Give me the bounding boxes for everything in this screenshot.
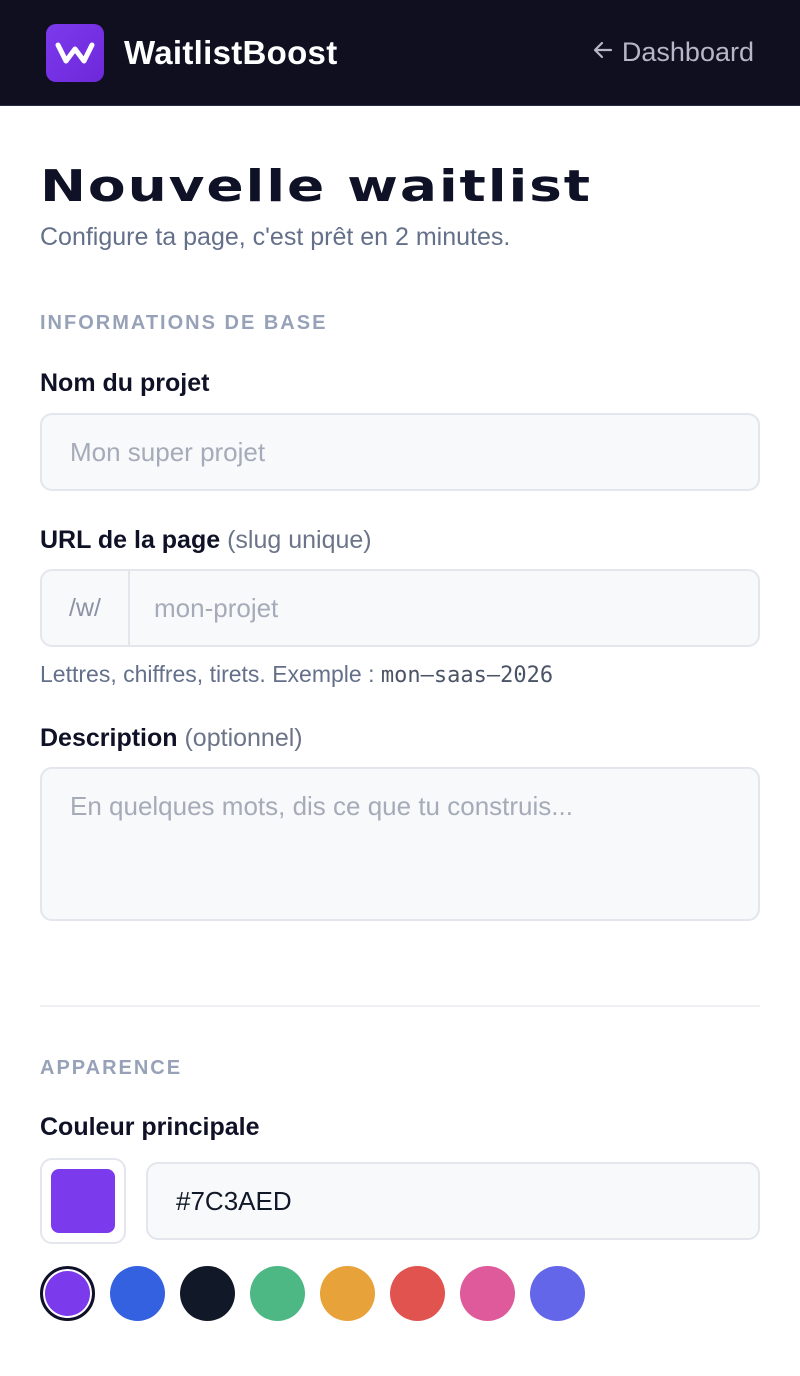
slug-hint-text: Lettres, chiffres, tirets. Exemple : xyxy=(40,661,375,687)
slug-hint: Lettres, chiffres, tirets. Exemple : mon… xyxy=(40,661,760,688)
slug-label-note: (slug unique) xyxy=(227,526,372,554)
arrow-left-icon xyxy=(592,37,614,68)
slug-prefix: /w/ xyxy=(42,571,130,645)
brand-name: WaitlistBoost xyxy=(124,33,338,71)
project-name-input[interactable]: Mon super projet xyxy=(40,413,760,491)
color-preset-swatch[interactable] xyxy=(390,1266,445,1321)
description-textarea[interactable]: En quelques mots, dis ce que tu construi… xyxy=(40,767,760,921)
project-name-placeholder: Mon super projet xyxy=(70,436,266,467)
project-name-label: Nom du projet xyxy=(40,369,760,398)
color-preset-swatch[interactable] xyxy=(40,1266,95,1321)
color-swatch-preview xyxy=(51,1169,115,1233)
color-preset-swatch[interactable] xyxy=(250,1266,305,1321)
slug-label-text: URL de la page xyxy=(40,526,221,554)
main-content: Nouvelle waitlist Configure ta page, c'e… xyxy=(0,161,800,1321)
logo-icon xyxy=(46,23,104,82)
description-label: Description (optionnel) xyxy=(40,724,760,753)
color-preset-swatch[interactable] xyxy=(530,1266,585,1321)
page-subtitle: Configure ta page, c'est prêt en 2 minut… xyxy=(40,223,511,251)
color-preset-swatch[interactable] xyxy=(110,1266,165,1321)
section-heading-basic: INFORMATIONS DE BASE xyxy=(40,312,328,334)
back-to-dashboard-link[interactable]: Dashboard xyxy=(592,37,754,68)
description-placeholder: En quelques mots, dis ce que tu construi… xyxy=(70,791,573,821)
color-preset-swatch[interactable] xyxy=(180,1266,235,1321)
color-preset-swatch[interactable] xyxy=(320,1266,375,1321)
project-name-label-text: Nom du projet xyxy=(40,369,210,397)
primary-color-label-text: Couleur principale xyxy=(40,1113,260,1141)
color-preset-swatch[interactable] xyxy=(460,1266,515,1321)
color-picker-row: #7C3AED xyxy=(40,1158,760,1244)
slug-input[interactable]: mon-projet xyxy=(130,593,278,624)
description-label-note: (optionnel) xyxy=(184,724,303,752)
brand[interactable]: WaitlistBoost xyxy=(46,23,338,82)
description-label-text: Description xyxy=(40,724,178,752)
slug-input-group: /w/ mon-projet xyxy=(40,569,760,647)
page-title: Nouvelle waitlist xyxy=(40,161,592,212)
hex-color-input[interactable]: #7C3AED xyxy=(146,1162,760,1240)
slug-hint-example: mon–saas–2026 xyxy=(380,663,554,688)
color-swatch-button[interactable] xyxy=(40,1158,126,1244)
color-presets xyxy=(40,1266,760,1321)
section-heading-appearance: APPARENCE xyxy=(40,1057,183,1079)
slug-label: URL de la page (slug unique) xyxy=(40,526,760,555)
back-link-label: Dashboard xyxy=(621,37,754,67)
primary-color-label: Couleur principale xyxy=(40,1113,760,1142)
top-bar: WaitlistBoost Dashboard xyxy=(0,0,800,106)
section-divider xyxy=(40,1005,760,1007)
